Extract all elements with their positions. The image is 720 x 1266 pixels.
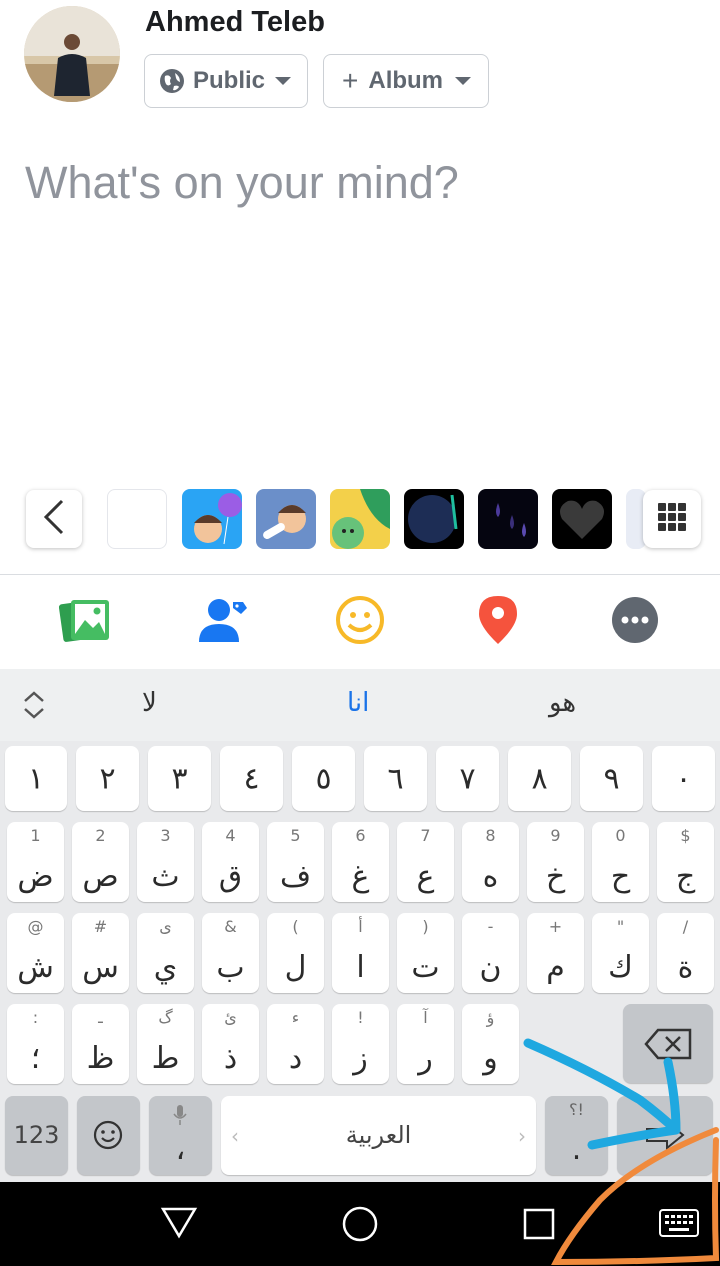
square-recents-icon [522, 1208, 556, 1245]
key[interactable]: 6غ [332, 822, 389, 902]
tag-people-icon [197, 594, 249, 651]
key[interactable]: $ ج [657, 822, 714, 902]
key[interactable]: + م [527, 913, 584, 993]
key[interactable]: ئذ [202, 1004, 259, 1084]
keyboard-icon [658, 1209, 700, 1242]
key[interactable]: & ب [202, 913, 259, 993]
key[interactable]: ! ز [332, 1004, 389, 1084]
key[interactable]: : ؛ [7, 1004, 64, 1084]
key[interactable]: 1ض [7, 822, 64, 902]
photo-icon [58, 596, 111, 649]
key[interactable]: 3ث [137, 822, 194, 902]
voice-comma-key[interactable]: ، [149, 1096, 212, 1175]
triangle-back-icon [160, 1207, 198, 1243]
arrow-right-icon [645, 1119, 685, 1154]
key[interactable]: @ ش [7, 913, 64, 993]
key[interactable]: ١ [5, 746, 67, 811]
photo-button[interactable] [58, 596, 111, 649]
caret-down-icon [275, 77, 292, 85]
key[interactable]: 4ق [202, 822, 259, 902]
home-nav-button[interactable] [341, 1205, 379, 1248]
check-in-button[interactable] [472, 594, 524, 651]
keyboard-switch-button[interactable] [658, 1208, 700, 1243]
suggestion-2[interactable]: انا [347, 688, 369, 718]
key[interactable]: ) ت [397, 913, 454, 993]
key[interactable]: ٦ [364, 746, 427, 811]
key[interactable]: ءد [267, 1004, 324, 1084]
space-key[interactable]: ‹ العربية › [221, 1096, 536, 1175]
more-options-button[interactable] [609, 596, 661, 648]
plus-icon: + [342, 65, 359, 96]
key[interactable]: (ل [267, 913, 324, 993]
punctuation-key[interactable]: ؟! . [545, 1096, 608, 1175]
key[interactable]: " ك [592, 913, 649, 993]
feeling-button[interactable] [334, 595, 386, 650]
key[interactable]: ؤو [462, 1004, 519, 1084]
key[interactable]: 9خ [527, 822, 584, 902]
key[interactable]: -ن [462, 913, 519, 993]
composer-input[interactable]: What's on your mind? [25, 157, 459, 209]
more-icon [611, 596, 659, 649]
suggestion-1[interactable]: لا [142, 688, 157, 718]
key[interactable]: ٣ [148, 746, 211, 811]
circle-home-icon [341, 1206, 379, 1247]
background-diploma-option[interactable] [256, 489, 316, 549]
key[interactable]: ٠ [652, 746, 715, 811]
backspace-key[interactable] [623, 1004, 713, 1083]
key[interactable]: ٢ [76, 746, 139, 811]
key[interactable]: ـظ [72, 1004, 129, 1084]
album-button[interactable]: + Album [323, 54, 489, 108]
smiley-icon [335, 595, 385, 650]
enter-key[interactable] [617, 1096, 713, 1175]
user-name[interactable]: Ahmed Teleb [145, 6, 325, 39]
background-planet-option[interactable] [404, 489, 464, 549]
symbols-key[interactable]: 123 [5, 1096, 68, 1175]
key[interactable]: گط [137, 1004, 194, 1084]
key[interactable]: / ة [657, 913, 714, 993]
smiley-icon [93, 1120, 123, 1154]
background-white-option[interactable] [107, 489, 167, 549]
key[interactable]: ٨ [508, 746, 571, 811]
background-cactus-option[interactable] [330, 489, 390, 549]
key[interactable]: ٧ [436, 746, 499, 811]
backspace-icon [644, 1028, 692, 1064]
background-heart-option[interactable] [552, 489, 612, 549]
grid-icon [657, 502, 687, 537]
key[interactable]: 8ه [462, 822, 519, 902]
background-drops-option[interactable] [478, 489, 538, 549]
chevron-right-icon: › [518, 1124, 526, 1148]
key[interactable]: 5ف [267, 822, 324, 902]
tag-people-button[interactable] [197, 596, 249, 648]
privacy-label: Public [193, 67, 266, 94]
background-balloon-option[interactable] [182, 489, 242, 549]
key[interactable]: # س [72, 913, 129, 993]
key[interactable]: ٩ [580, 746, 643, 811]
album-label: Album [368, 67, 444, 94]
chevron-left-icon [42, 499, 66, 540]
grid-icon-button[interactable] [643, 490, 701, 548]
key[interactable]: 2ص [72, 822, 129, 902]
emoji-key[interactable] [77, 1096, 140, 1175]
key[interactable]: ىي [137, 913, 194, 993]
microphone-icon [173, 1104, 187, 1130]
back-button[interactable] [26, 490, 82, 548]
privacy-selector-button[interactable]: Public [144, 54, 308, 108]
key[interactable]: ٥ [292, 746, 355, 811]
key[interactable]: أا [332, 913, 389, 993]
expand-suggestions-icon[interactable] [22, 690, 46, 725]
key[interactable]: ٤ [220, 746, 283, 811]
key[interactable]: 7ع [397, 822, 454, 902]
recents-nav-button[interactable] [522, 1207, 556, 1246]
globe-icon [159, 68, 185, 94]
avatar[interactable] [24, 6, 120, 102]
location-pin-icon [477, 594, 519, 651]
key[interactable]: آر [397, 1004, 454, 1084]
caret-down-icon [455, 77, 472, 85]
key[interactable]: 0ح [592, 822, 649, 902]
divider [0, 574, 720, 575]
suggestion-3[interactable]: هو [549, 688, 576, 718]
back-nav-button[interactable] [160, 1205, 198, 1244]
